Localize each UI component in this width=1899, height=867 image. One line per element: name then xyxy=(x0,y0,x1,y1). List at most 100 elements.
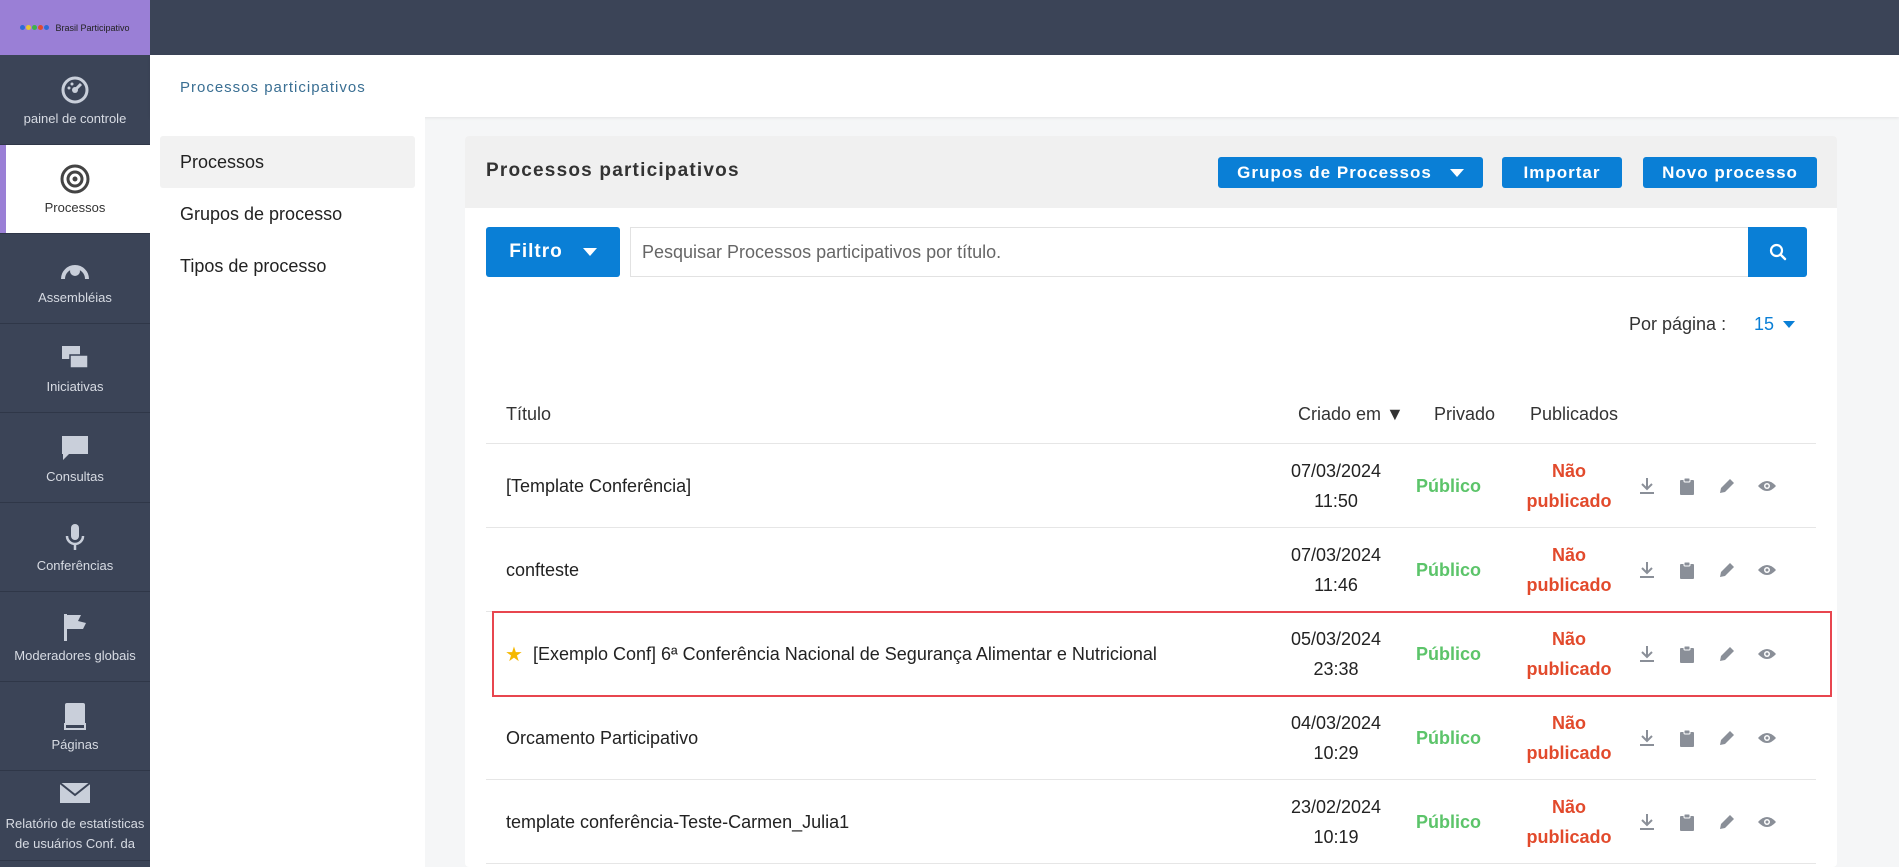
row-title: [Template Conferência] xyxy=(506,475,692,496)
row-published-status: Não publicado xyxy=(1519,456,1619,516)
row-published-line1: Não xyxy=(1551,713,1586,733)
sidebar-item-label: Iniciativas xyxy=(46,379,104,395)
chevron-down-icon xyxy=(582,248,597,256)
download-icon[interactable] xyxy=(1637,476,1657,496)
row-privacy: Público xyxy=(1416,475,1482,496)
clipboard-icon[interactable] xyxy=(1677,560,1697,580)
main-sidebar: painel de controle Processos Assembléias… xyxy=(0,55,150,867)
new-process-button[interactable]: Novo processo xyxy=(1643,157,1817,188)
pencil-icon[interactable] xyxy=(1717,476,1737,496)
row-title-cell: Orcamento Participativo xyxy=(506,696,698,780)
sidebar-item-conferences[interactable]: Conferências xyxy=(0,503,150,592)
sidebar-item-dashboard[interactable]: painel de controle xyxy=(0,55,150,145)
sidebar-item-global-moderators[interactable]: Moderadores globais xyxy=(0,592,150,682)
sidebar-item-label: Moderadores globais xyxy=(14,647,136,663)
sidebar-item-user-stats-report[interactable]: Relatório de estatísticas de usuários Co… xyxy=(0,771,150,861)
subnav-item-process-types[interactable]: Tipos de processo xyxy=(160,240,415,292)
row-title: template conferência-Teste-Carmen_Julia1 xyxy=(506,811,850,832)
row-created-cell: 04/03/2024 10:29 xyxy=(1286,708,1386,768)
search-icon xyxy=(1769,243,1786,261)
assembly-icon xyxy=(58,252,92,286)
row-date: 07/03/2024 xyxy=(1290,545,1382,565)
row-time: 10:19 xyxy=(1313,827,1359,847)
column-header-title: Título xyxy=(506,404,552,424)
column-header-created[interactable]: Criado em ▼ xyxy=(1298,404,1404,425)
row-published-line2: publicado xyxy=(1526,743,1612,763)
row-date: 07/03/2024 xyxy=(1290,461,1382,481)
row-published-status: Não publicado xyxy=(1519,540,1619,600)
per-page-select[interactable]: 15 xyxy=(1754,314,1796,335)
row-published-line1: Não xyxy=(1551,545,1586,565)
row-created-cell: 07/03/2024 11:46 xyxy=(1286,540,1386,600)
chevron-down-icon xyxy=(1449,168,1464,177)
top-bar: Brasil Participativo xyxy=(0,0,1899,55)
eye-icon[interactable] xyxy=(1757,812,1777,832)
subnav-item-processes[interactable]: Processos xyxy=(160,136,415,188)
row-time: 11:50 xyxy=(1314,491,1358,511)
new-process-label: Novo processo xyxy=(1662,162,1798,182)
row-privacy: Público xyxy=(1416,811,1482,832)
filter-dropdown-button[interactable]: Filtro xyxy=(486,227,620,277)
search-button[interactable] xyxy=(1748,227,1807,277)
row-published-line1: Não xyxy=(1551,461,1586,481)
table-row: [Template Conferência] 07/03/2024 11:50 P… xyxy=(486,444,1816,528)
brand-logo[interactable]: Brasil Participativo xyxy=(0,0,150,55)
download-icon[interactable] xyxy=(1637,812,1657,832)
sidebar-item-processes[interactable]: Processos xyxy=(0,144,150,234)
clipboard-icon[interactable] xyxy=(1677,812,1697,832)
row-created-cell: 23/02/2024 10:19 xyxy=(1286,792,1386,852)
logo-mark-icon xyxy=(20,25,50,30)
subnav-item-process-groups[interactable]: Grupos de processo xyxy=(160,188,415,240)
column-header-published: Publicados xyxy=(1530,404,1619,424)
breadcrumb[interactable]: Processos participativos xyxy=(180,79,366,96)
sidebar-item-pages[interactable]: Páginas xyxy=(0,682,150,771)
row-actions xyxy=(1637,780,1777,864)
pencil-icon[interactable] xyxy=(1717,728,1737,748)
per-page-value: 15 xyxy=(1754,314,1775,334)
flag-icon xyxy=(58,610,92,644)
pencil-icon[interactable] xyxy=(1717,560,1737,580)
eye-icon[interactable] xyxy=(1757,560,1777,580)
row-published-line2: publicado xyxy=(1526,827,1612,847)
pencil-icon[interactable] xyxy=(1717,812,1737,832)
star-icon: ★ xyxy=(505,643,523,666)
pencil-icon[interactable] xyxy=(1717,644,1737,664)
sidebar-item-label: painel de controle xyxy=(23,110,127,126)
row-published-line1: Não xyxy=(1551,797,1586,817)
row-time: 23:38 xyxy=(1313,659,1359,679)
process-groups-dropdown-button[interactable]: Grupos de Processos xyxy=(1218,157,1483,188)
row-actions xyxy=(1637,696,1777,780)
card-title: Processos participativos xyxy=(486,160,740,181)
clipboard-icon[interactable] xyxy=(1677,728,1697,748)
sidebar-item-label: Conferências xyxy=(36,558,114,574)
import-label: Importar xyxy=(1523,162,1601,182)
eye-icon[interactable] xyxy=(1757,644,1777,664)
row-title-cell: [Template Conferência] xyxy=(506,444,691,528)
download-icon[interactable] xyxy=(1637,560,1657,580)
clipboard-icon[interactable] xyxy=(1677,644,1697,664)
initiatives-icon xyxy=(58,341,92,375)
download-icon[interactable] xyxy=(1637,644,1657,664)
eye-icon[interactable] xyxy=(1757,476,1777,496)
sidebar-item-label: Processos xyxy=(44,200,106,216)
consultations-icon xyxy=(58,431,92,465)
clipboard-icon[interactable] xyxy=(1677,476,1697,496)
table-row-highlighted: ★ [Exemplo Conf] 6ª Conferência Nacional … xyxy=(492,611,1832,697)
sidebar-item-label: Relatório de estatísticas de usuários Co… xyxy=(5,816,145,852)
download-icon[interactable] xyxy=(1637,728,1657,748)
sidebar-item-consultations[interactable]: Consultas xyxy=(0,413,150,503)
import-button[interactable]: Importar xyxy=(1502,157,1622,188)
row-created-cell: 07/03/2024 11:50 xyxy=(1286,456,1386,516)
sidebar-item-initiatives[interactable]: Iniciativas xyxy=(0,324,150,413)
card-header: Processos participativos Grupos de Proce… xyxy=(465,136,1837,208)
row-actions xyxy=(1637,444,1777,528)
processes-card: Processos participativos Grupos de Proce… xyxy=(465,136,1837,867)
search-input[interactable] xyxy=(630,227,1753,277)
process-groups-label: Grupos de Processos xyxy=(1237,162,1432,182)
eye-icon[interactable] xyxy=(1757,728,1777,748)
filter-label: Filtro xyxy=(509,241,563,262)
sidebar-item-assemblies[interactable]: Assembléias xyxy=(0,234,150,324)
envelope-icon xyxy=(58,776,92,810)
row-time: 10:29 xyxy=(1313,743,1359,763)
microphone-icon xyxy=(58,520,92,554)
